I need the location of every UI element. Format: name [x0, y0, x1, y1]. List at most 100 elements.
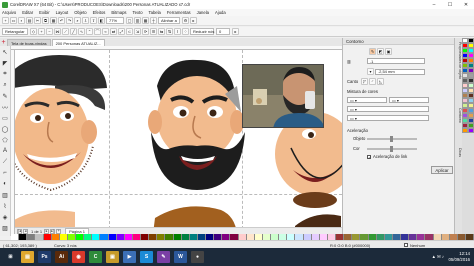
prev-page-icon[interactable]: ◂	[23, 228, 28, 234]
first-page-icon[interactable]: |◂	[17, 228, 22, 234]
color-swatch[interactable]	[468, 128, 474, 133]
ellipse-tool-icon[interactable]: ◯	[1, 125, 9, 133]
close-button[interactable]: ✕	[458, 0, 474, 9]
launch-icon[interactable]: ▸	[190, 17, 197, 24]
color-mix-start-select[interactable]: ▭ ▾	[347, 97, 387, 103]
smart-fill-tool-icon[interactable]: ▨	[1, 224, 9, 232]
add-page-icon[interactable]: +	[56, 228, 62, 234]
undo-icon[interactable]: ↶	[58, 17, 65, 24]
open-icon[interactable]: ▭	[10, 17, 17, 24]
taskbar-media-icon[interactable]: ▶	[123, 251, 136, 263]
paste-icon[interactable]: ▦	[50, 17, 57, 24]
tab-200-personas[interactable]: 200 Personas ATUALIZ...	[51, 39, 105, 46]
shape-tool-icon[interactable]: ◤	[1, 59, 9, 67]
interactive-fill-tool-icon[interactable]: ◈	[1, 213, 9, 221]
to-curve-icon[interactable]: ∿	[78, 28, 85, 35]
color-mix-end-select[interactable]: ▭ ▾	[389, 97, 429, 103]
reflect-h-icon[interactable]: ⇆	[158, 28, 165, 35]
smooth-node-icon[interactable]: ⌒	[94, 28, 101, 35]
parallel-dimension-tool-icon[interactable]: ⟋	[1, 158, 9, 166]
import-icon[interactable]: ⇩	[82, 17, 89, 24]
redo-icon[interactable]: ↷	[66, 17, 73, 24]
outline-size-field[interactable]: .2,54 mm	[375, 68, 425, 75]
corner-miter-icon[interactable]: ◸	[361, 78, 368, 85]
select-all-nodes-icon[interactable]: ⁘	[182, 28, 189, 35]
color-mix-mode-select[interactable]: ▭ ▾	[347, 106, 429, 112]
extend-curve-icon[interactable]: ⤢	[118, 28, 125, 35]
menu-exibir[interactable]: Exibir	[39, 10, 49, 15]
cut-icon[interactable]: ✂	[34, 17, 41, 24]
save-icon[interactable]: ▪	[18, 17, 25, 24]
connector-tool-icon[interactable]: ⌐	[1, 169, 9, 177]
menu-janela[interactable]: Janela	[197, 10, 209, 15]
menu-layout[interactable]: Layout	[56, 10, 69, 15]
outline-pen-icon[interactable]: ✎	[369, 48, 376, 55]
reflect-v-icon[interactable]: ⇅	[166, 28, 173, 35]
search-icon[interactable]: ⌕	[74, 17, 81, 24]
fill-icon[interactable]: ▣	[385, 48, 392, 55]
text-tool-icon[interactable]: A	[1, 147, 9, 155]
outline-width-field[interactable]: .1	[367, 58, 425, 64]
corner-bevel-icon[interactable]: ◺	[377, 78, 384, 85]
taskbar-folder-icon[interactable]: ▣	[106, 251, 119, 263]
interactive-tool-icon[interactable]: ◐	[1, 180, 9, 188]
grid-icon[interactable]: ▦	[142, 17, 149, 24]
publish-pdf-icon[interactable]: ◧	[98, 17, 105, 24]
delete-node-icon[interactable]: −	[46, 28, 53, 35]
slider-knob[interactable]	[390, 145, 393, 152]
menu-ajuda[interactable]: Ajuda	[215, 10, 226, 15]
taskbar-illustrator-icon[interactable]: Ai	[55, 251, 68, 263]
rectangle-tool-icon[interactable]: ▭	[1, 114, 9, 122]
print-icon[interactable]: ▤	[26, 17, 33, 24]
fullscreen-icon[interactable]: ▢	[126, 17, 133, 24]
snap-to-select[interactable]: Alinhar a	[158, 17, 180, 24]
tab-welcome-screen[interactable]: Tela de boas-vindas	[7, 39, 51, 46]
zoom-level-select[interactable]: 77%	[106, 17, 124, 24]
menu-editar[interactable]: Editar	[22, 10, 33, 15]
menu-ferramentas[interactable]: Ferramentas	[167, 10, 191, 15]
rulers-icon[interactable]: ▥	[134, 17, 141, 24]
slider-knob[interactable]	[390, 135, 393, 142]
slider-icon[interactable]: ▸	[232, 28, 239, 35]
taskbar-word-icon[interactable]: W	[174, 251, 187, 263]
menu-objeto[interactable]: Objeto	[74, 10, 86, 15]
symmetric-node-icon[interactable]: ≈	[102, 28, 109, 35]
system-tray[interactable]: ▲ ✉ ♪	[432, 254, 444, 260]
apply-button[interactable]: Aplicar	[431, 166, 453, 174]
rotate-icon[interactable]: ⟳	[142, 28, 149, 35]
clock[interactable]: 12:14 05/09/2016	[448, 251, 470, 263]
transparency-tool-icon[interactable]: ▥	[1, 191, 9, 199]
next-page-icon[interactable]: ▸	[44, 228, 50, 234]
taskbar-chrome-icon[interactable]: ◉	[72, 251, 85, 263]
menu-texto[interactable]: Texto	[133, 10, 143, 15]
zoom-tool-icon[interactable]: ⌕	[1, 81, 9, 89]
copy-icon[interactable]: ⧉	[42, 17, 49, 24]
artistic-media-tool-icon[interactable]: 〰	[1, 103, 9, 112]
color-acceleration-slider[interactable]	[367, 145, 417, 152]
reverse-direction-icon[interactable]: ⇄	[110, 28, 117, 35]
curve-smoothness-field[interactable]: 0	[216, 28, 230, 35]
polygon-tool-icon[interactable]: ⬠	[1, 136, 9, 144]
menu-efeitos[interactable]: Efeitos	[93, 10, 106, 15]
menu-tabela[interactable]: Tabela	[149, 10, 161, 15]
extract-subpath-icon[interactable]: ⊂	[126, 28, 133, 35]
taskbar-obs-icon[interactable]: ●	[191, 251, 204, 263]
export-icon[interactable]: ⇧	[90, 17, 97, 24]
minimize-button[interactable]: –	[426, 0, 442, 9]
outline-color-icon[interactable]: ◩	[377, 48, 384, 55]
settings-icon[interactable]: ⚙	[182, 17, 189, 24]
taskbar-skype-icon[interactable]: S	[140, 251, 153, 263]
elastic-mode-icon[interactable]: ⌇	[174, 28, 181, 35]
menu-bitmaps[interactable]: Bitmaps	[111, 10, 126, 15]
cusp-node-icon[interactable]: ⌃	[86, 28, 93, 35]
guidelines-icon[interactable]: ┼	[150, 17, 157, 24]
to-line-icon[interactable]: ╱	[70, 28, 77, 35]
taskbar-windows-icon[interactable]: ⊞	[4, 251, 17, 263]
taskbar-coreldraw-icon[interactable]: C	[89, 251, 102, 263]
freehand-tool-icon[interactable]: ✎	[1, 92, 9, 100]
add-node-icon[interactable]: +	[38, 28, 45, 35]
pick-tool-icon[interactable]: ↖	[1, 48, 9, 56]
menu-arquivo[interactable]: Arquivo	[2, 10, 16, 15]
link-acceleration-checkbox[interactable]: ✓	[367, 154, 371, 159]
crop-tool-icon[interactable]: ⌗	[1, 70, 9, 78]
